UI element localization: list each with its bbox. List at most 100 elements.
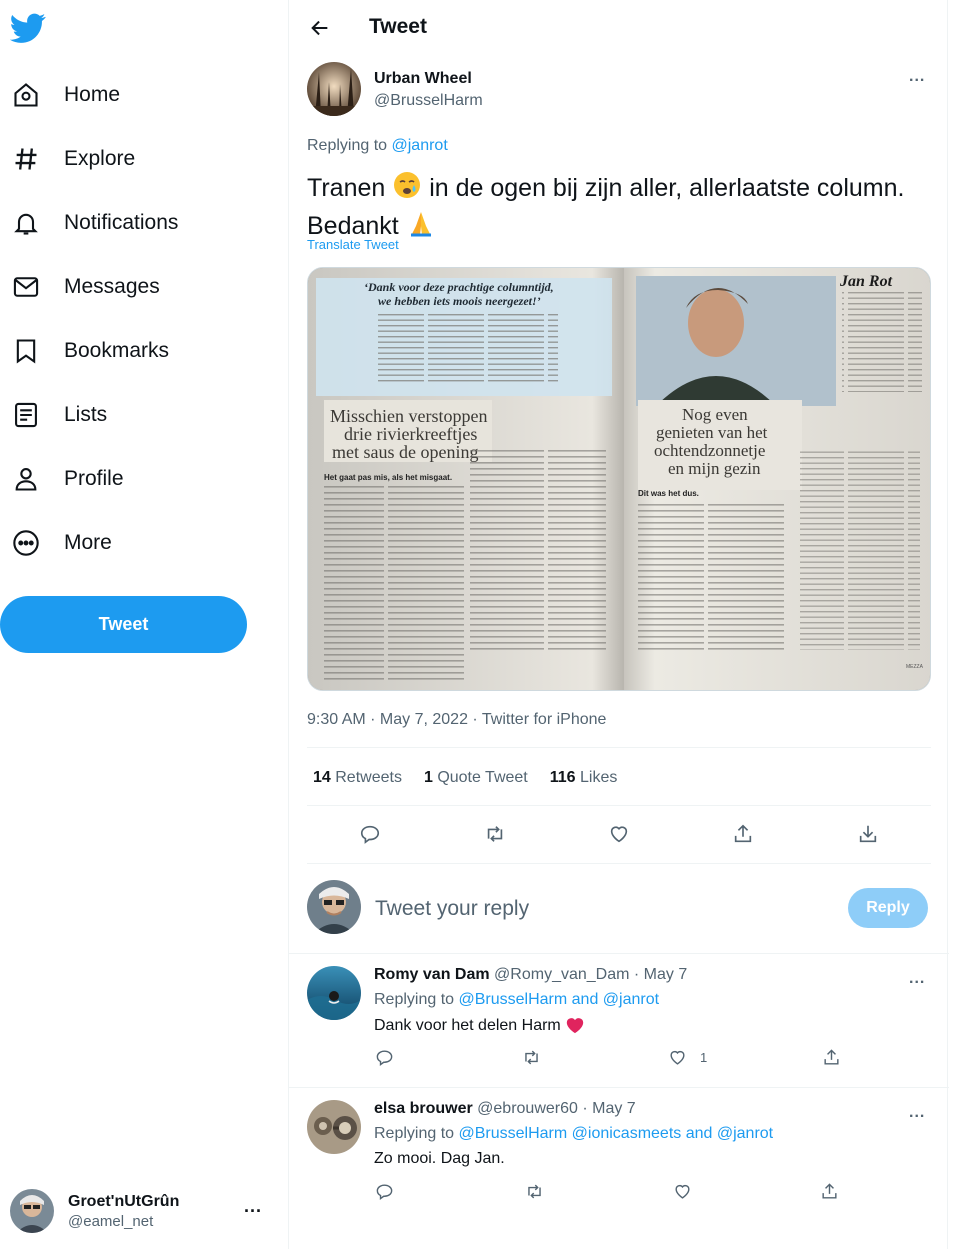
author-handle[interactable]: @BrusselHarm [374,92,483,110]
reply-text-content: Dank voor het delen Harm [374,1017,561,1034]
tweet-actions [289,816,949,852]
replying-to-link[interactable]: @BrusselHarm and @janrot [459,991,660,1008]
account-name: Groet'nUtGrûn [68,1192,180,1210]
replying-to: Replying to @BrusselHarm @ionicasmeets a… [374,1125,773,1143]
person-icon [12,465,40,493]
tweet-timestamp[interactable]: 9:30 AM · May 7, 2022 · Twitter for iPho… [307,711,606,729]
translate-tweet-link[interactable]: Translate Tweet [307,237,399,252]
main-column: Tweet Urban Wheel @BrusselHarm ... Reply… [288,0,949,1249]
tweet-media-image[interactable]: ‘Dank voor deze prachtige columntijd, we… [307,267,931,691]
red-heart-emoji-icon [565,1016,585,1039]
media-left-lead: Het gaat pas mis, als het misgaat. [324,473,452,482]
account-handle: @eamel_net [68,1212,154,1230]
reply-icon[interactable] [369,1040,399,1074]
account-switcher[interactable]: Groet'nUtGrûn @eamel_net ... [10,1186,272,1236]
download-icon[interactable] [850,816,886,852]
sidebar-item-label: Lists [64,403,108,426]
reply-actions [289,1174,949,1208]
sidebar-item-label: Bookmarks [64,339,170,362]
more-dots-icon[interactable]: ... [909,1104,925,1122]
reply-text: Dank voor het delen Harm [374,1016,585,1039]
divider [307,863,931,864]
reply-author-name[interactable]: Romy van Dam [374,966,490,983]
tweet-stats: 14 Retweets 1 Quote Tweet 116 Likes [313,769,639,787]
reply-icon[interactable] [352,816,388,852]
sidebar-item-home[interactable]: Home [0,69,120,121]
replying-to: Replying to @janrot [307,137,448,155]
tweet-text: Tranen in de ogen bij zijn aller, allerl… [307,170,927,246]
like-heart-icon[interactable] [662,1040,692,1074]
list-icon [12,401,40,429]
retweet-icon[interactable] [519,1174,549,1208]
retweet-icon[interactable] [516,1040,546,1074]
like-heart-icon[interactable] [667,1174,697,1208]
avatar [10,1189,54,1233]
sidebar-item-label: More [64,531,112,554]
like-count: 1 [700,1050,708,1065]
sidebar-item-profile[interactable]: Profile [0,453,124,505]
reply-tweet[interactable]: elsa brouwer @ebrouwer60 · May 7 ... Rep… [289,1088,949,1220]
more-dots-icon[interactable]: ... [244,1196,262,1217]
author-name[interactable]: Urban Wheel [374,70,472,88]
sidebar-item-label: Explore [64,147,136,170]
media-right-byline: Jan Rot [839,273,893,290]
replying-to-link[interactable]: @BrusselHarm @ionicasmeets and @janrot [459,1125,774,1142]
reply-header: Romy van Dam @Romy_van_Dam · May 7 [374,966,687,984]
avatar[interactable] [307,1100,361,1154]
reply-icon[interactable] [369,1174,399,1208]
sidebar-item-lists[interactable]: Lists [0,389,107,441]
sidebar-item-label: Profile [64,467,124,490]
sidebar-item-label: Notifications [64,211,179,234]
back-arrow-icon[interactable] [305,13,335,43]
more-circle-icon [12,529,40,557]
media-right-lead: Dit was het dus. [638,489,699,498]
reply-actions: 1 [289,1040,949,1074]
retweet-icon[interactable] [477,816,513,852]
bookmark-icon [12,337,40,365]
avatar[interactable] [307,62,361,116]
divider [307,747,931,748]
replying-prefix: Replying to [374,991,455,1008]
sidebar-item-explore[interactable]: Explore [0,133,135,185]
reply-tweet[interactable]: Romy van Dam @Romy_van_Dam · May 7 ... R… [289,954,949,1086]
sidebar-item-label: Home [64,83,121,106]
likes-stat[interactable]: 116 Likes [550,769,618,787]
twitter-bird-icon[interactable] [9,10,46,46]
reply-handle-date: @ebrouwer60 · May 7 [477,1100,636,1117]
sidebar-item-bookmarks[interactable]: Bookmarks [0,325,169,377]
more-dots-icon[interactable]: ... [909,68,925,86]
bell-icon [12,209,40,237]
reply-button[interactable]: Reply [848,888,928,928]
share-icon[interactable] [725,816,761,852]
sidebar-item-messages[interactable]: Messages [0,261,160,313]
reply-author-name[interactable]: elsa brouwer [374,1100,473,1117]
reply-input[interactable] [375,893,815,925]
more-dots-icon[interactable]: ... [909,970,925,988]
replying-prefix: Replying to [307,137,388,154]
replying-prefix: Replying to [374,1125,455,1142]
tweet-button[interactable]: Tweet [0,596,247,653]
replying-to-link[interactable]: @janrot [392,137,448,154]
envelope-icon [12,273,40,301]
media-footer: MEZZA [906,664,924,670]
home-icon [12,81,40,109]
avatar[interactable] [307,966,361,1020]
like-heart-icon[interactable] [601,816,637,852]
divider [307,805,931,806]
reply-text-content: Zo mooi. Dag Jan. [374,1150,505,1167]
sidebar: Home Explore Notifications Messages Book… [0,0,288,1249]
media-left-quote: ‘Dank voor deze prachtige columntijd, we… [364,280,557,308]
header: Tweet [289,0,949,56]
media-left-headline: Misschien verstoppen drie rivierkreeftje… [330,406,492,462]
share-icon[interactable] [816,1040,846,1074]
sidebar-item-label: Messages [64,275,160,298]
sidebar-item-notifications[interactable]: Notifications [0,197,178,249]
share-icon[interactable] [814,1174,844,1208]
sidebar-item-more[interactable]: More [0,517,112,569]
hashtag-icon [12,145,40,173]
quote-tweets-stat[interactable]: 1 Quote Tweet [424,769,528,787]
reply-handle-date: @Romy_van_Dam · May 7 [494,966,688,983]
replying-to: Replying to @BrusselHarm and @janrot [374,991,659,1009]
retweets-stat[interactable]: 14 Retweets [313,769,402,787]
tweet-text-part1: Tranen [307,174,386,202]
